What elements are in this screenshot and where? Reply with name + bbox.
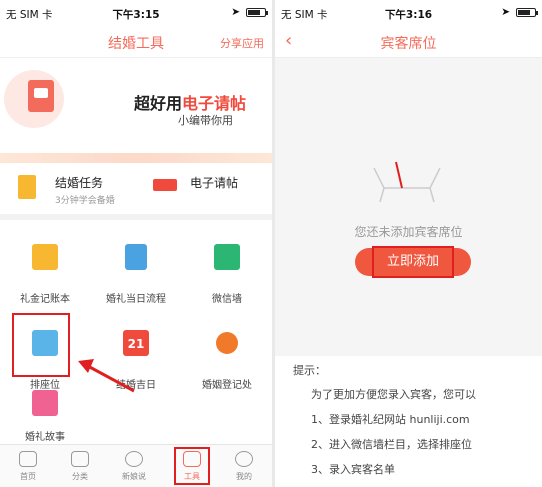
status-bar: 无 SIM 卡 下午3:16 ➤: [275, 0, 542, 25]
share-app-button[interactable]: 分享应用: [220, 35, 264, 51]
status-bar: 无 SIM 卡 下午3:15 ➤: [0, 0, 272, 25]
tip-line: 3、录入宾客名单: [311, 463, 395, 476]
empty-state: 您还未添加宾客席位 立即添加: [275, 58, 542, 356]
battery-icon: [246, 7, 268, 17]
tool-wedding-story[interactable]: 婚礼故事: [0, 390, 90, 444]
invitation-banner[interactable]: 超好用电子请帖 小编带你用: [0, 58, 272, 163]
tab-label: 分类: [72, 472, 88, 481]
board-icon: [214, 244, 240, 270]
notebook-icon: [32, 244, 58, 270]
wedding-tasks-title: 结婚任务: [55, 176, 104, 190]
battery-icon: [516, 7, 538, 17]
banner-title: 超好用电子请帖: [134, 90, 246, 114]
tool-wedding-schedule[interactable]: 婚礼当日流程: [91, 226, 181, 311]
location-icon: ➤: [231, 6, 240, 18]
tab-categories[interactable]: 分类: [60, 451, 100, 482]
tool-marriage-registry[interactable]: 婚姻登记处: [182, 312, 272, 397]
red-arrow-icon: [78, 359, 135, 393]
tool-label: 婚礼当日流程: [106, 294, 166, 305]
tip-line: 2、进入微信墙栏目，选择排座位: [311, 438, 472, 451]
tool-label: 微信墙: [212, 294, 242, 305]
banner-decoration: [0, 153, 272, 163]
chat-icon: [125, 451, 143, 467]
invitation-icon: [153, 179, 177, 191]
tool-label: 婚姻登记处: [202, 380, 252, 391]
nav-bar: ‹ 宾客席位: [275, 25, 542, 58]
right-screen: 无 SIM 卡 下午3:16 ➤ ‹ 宾客席位 您还未添加宾客席位 立即添加 提…: [275, 0, 542, 487]
add-button-highlight-box: [372, 246, 454, 278]
tool-label: 婚礼故事: [25, 432, 65, 443]
task-list-icon: [18, 175, 36, 199]
left-screen: 无 SIM 卡 下午3:15 ➤ 结婚工具 分享应用 超好用电子请帖 小编带你用…: [0, 0, 272, 487]
calendar-number: 21: [127, 337, 145, 351]
banner-title-part2: 电子请帖: [182, 94, 247, 113]
nav-bar: 结婚工具 分享应用: [0, 25, 272, 58]
tools-tab-highlight-box: [174, 447, 210, 485]
tips-section: 提示： 为了更加方便您录入宾客，您可以 1、登录婚礼纪网站 hunliji.co…: [275, 356, 542, 487]
tab-bride-talk[interactable]: 新娘说: [114, 451, 154, 482]
empty-message: 您还未添加宾客席位: [354, 225, 463, 239]
category-icon: [71, 451, 89, 467]
tab-label: 首页: [20, 472, 36, 481]
bottom-tab-bar: 首页 分类 新娘说 工具 我的: [0, 444, 272, 487]
empty-table-icon: [373, 161, 441, 203]
banner-subtitle: 小编带你用: [178, 114, 233, 127]
wedding-tasks-subtitle: 3分钟学会备婚: [55, 196, 115, 206]
tab-label: 我的: [236, 472, 252, 481]
invitation-card-icon: [28, 80, 54, 112]
tab-me[interactable]: 我的: [224, 451, 264, 482]
seating-highlight-box: [12, 313, 70, 377]
page-title: 宾客席位: [380, 36, 437, 52]
home-icon: [19, 451, 37, 467]
tool-label: 排座位: [30, 380, 60, 391]
book-icon: [32, 390, 58, 416]
profile-icon: [235, 451, 253, 467]
tab-home[interactable]: 首页: [8, 451, 48, 482]
location-icon: ➤: [501, 6, 510, 18]
tip-line: 为了更加方便您录入宾客，您可以: [311, 388, 476, 401]
tab-label: 新娘说: [122, 472, 146, 481]
calendar-icon: 21: [123, 330, 149, 356]
tips-header: 提示：: [293, 364, 326, 377]
quick-links: 结婚任务 3分钟学会备婚 电子请帖: [0, 163, 272, 220]
banner-title-part1: 超好用: [134, 94, 183, 113]
e-invitation-title: 电子请帖: [190, 176, 239, 190]
tool-label: 礼金记账本: [20, 294, 70, 305]
checklist-icon: [125, 244, 147, 270]
tip-line: 1、登录婚礼纪网站 hunliji.com: [311, 413, 470, 426]
tool-gift-ledger[interactable]: 礼金记账本: [0, 226, 90, 311]
tool-wechat-wall[interactable]: 微信墙: [182, 226, 272, 311]
location-pin-icon: [216, 332, 238, 354]
